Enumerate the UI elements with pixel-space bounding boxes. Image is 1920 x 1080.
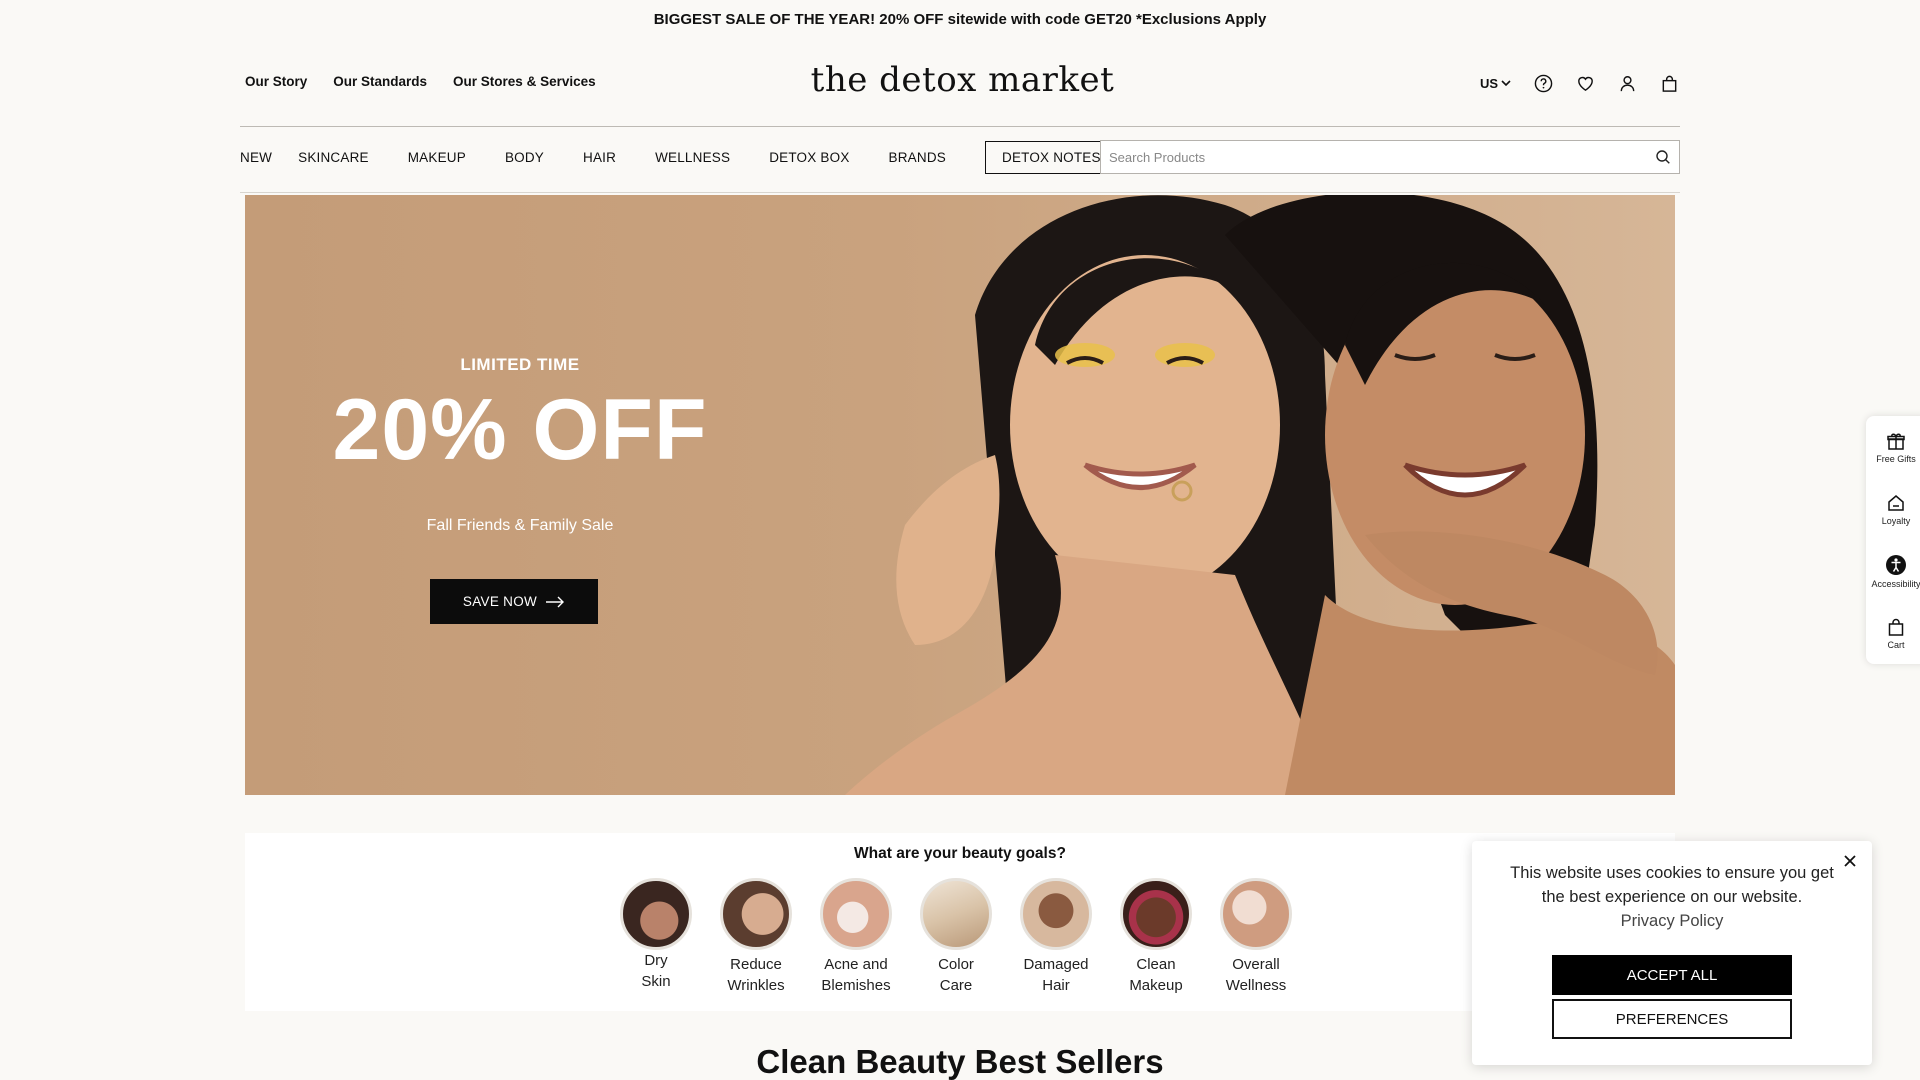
header-divider xyxy=(240,126,1680,127)
nav-item-wellness[interactable]: WELLNESS xyxy=(655,150,730,165)
goal-label: Reduce Wrinkles xyxy=(727,956,785,994)
announcement-text: BIGGEST SALE OF THE YEAR! 20% OFF sitewi… xyxy=(653,10,1267,28)
nav-item-skincare[interactable]: SKINCARE xyxy=(298,150,369,165)
goal-acne-blemishes[interactable]: Acne and Blemishes xyxy=(820,878,892,996)
accept-all-button[interactable]: ACCEPT ALL xyxy=(1552,955,1792,995)
nav-divider xyxy=(240,192,1680,193)
goal-image xyxy=(1220,878,1292,950)
goal-image xyxy=(720,878,792,950)
goal-label: Dry Skin xyxy=(641,952,671,990)
search-box xyxy=(1100,140,1680,174)
goal-label: Color Care xyxy=(938,956,974,994)
search-input[interactable] xyxy=(1109,149,1655,165)
goal-label: Clean Makeup xyxy=(1129,956,1183,994)
accessibility-icon xyxy=(1886,554,1906,575)
close-icon[interactable] xyxy=(1840,851,1860,871)
goal-image xyxy=(1120,878,1192,950)
goal-label: Overall Wellness xyxy=(1225,956,1287,994)
goal-reduce-wrinkles[interactable]: Reduce Wrinkles xyxy=(720,878,792,996)
nav-item-detox-notes[interactable]: DETOX NOTES xyxy=(985,140,1118,174)
loyalty-icon xyxy=(1888,494,1904,511)
announcement-bar: BIGGEST SALE OF THE YEAR! 20% OFF sitewi… xyxy=(0,0,1920,38)
search-icon[interactable] xyxy=(1655,149,1671,165)
goal-image xyxy=(620,878,692,950)
country-code: US xyxy=(1479,75,1498,91)
cookie-banner: This website uses cookies to ensure you … xyxy=(1472,841,1872,1065)
hero-text: LIMITED TIME 20% OFF Fall Friends & Fami… xyxy=(305,355,735,535)
hero-eyebrow: LIMITED TIME xyxy=(460,355,580,374)
gift-icon xyxy=(1887,433,1905,450)
header-icons: US xyxy=(1480,72,1680,94)
side-item-loyalty[interactable]: Loyalty xyxy=(1866,478,1920,540)
hero-headline: 20% OFF xyxy=(332,382,708,478)
goal-damaged-hair[interactable]: Damaged Hair xyxy=(1020,878,1092,996)
privacy-policy-link[interactable]: Privacy Policy xyxy=(1472,912,1872,931)
side-item-label: Cart xyxy=(1887,639,1905,650)
main-nav: NEW SKINCARE MAKEUP BODY HAIR WELLNESS D… xyxy=(240,140,1680,174)
hero-banner[interactable]: LIMITED TIME 20% OFF Fall Friends & Fami… xyxy=(245,195,1675,795)
arrow-right-icon xyxy=(546,596,565,607)
nav-item-body[interactable]: BODY xyxy=(505,150,544,165)
hero-models-image xyxy=(845,195,1675,795)
goal-image xyxy=(820,878,892,950)
site-logo[interactable]: the detox market xyxy=(245,60,1680,100)
side-item-label: Loyalty xyxy=(1881,515,1911,526)
nav-item-hair[interactable]: HAIR xyxy=(583,150,616,165)
wishlist-heart-icon[interactable] xyxy=(1574,72,1596,94)
hero-subtitle: Fall Friends & Family Sale xyxy=(426,517,614,534)
account-icon[interactable] xyxy=(1616,72,1638,94)
goal-clean-makeup[interactable]: Clean Makeup xyxy=(1120,878,1192,996)
beauty-goals-section: What are your beauty goals? Dry Skin Redu… xyxy=(245,833,1675,1011)
nav-item-makeup[interactable]: MAKEUP xyxy=(408,150,466,165)
site-header: Our Story Our Standards Our Stores & Ser… xyxy=(245,60,1680,110)
beauty-goals-title: What are your beauty goals? xyxy=(854,845,1066,862)
side-item-label: Free Gifts xyxy=(1876,453,1916,464)
side-widget: Free Gifts Loyalty Accessibility Cart xyxy=(1866,416,1920,664)
country-selector[interactable]: US xyxy=(1480,76,1512,91)
goal-label: Damaged Hair xyxy=(1023,956,1089,994)
side-item-label: Accessibility xyxy=(1871,578,1920,589)
goal-dry-skin[interactable]: Dry Skin xyxy=(620,878,692,996)
beauty-goals-list: Dry Skin Reduce Wrinkles Acne and Blemishes… xyxy=(620,878,1292,996)
save-now-button[interactable]: SAVE NOW xyxy=(430,579,598,624)
side-item-free-gifts[interactable]: Free Gifts xyxy=(1866,416,1920,478)
preferences-button[interactable]: PREFERENCES xyxy=(1552,999,1792,1039)
side-item-cart[interactable]: Cart xyxy=(1866,602,1920,664)
chevron-down-icon xyxy=(1501,80,1511,87)
goal-overall-wellness[interactable]: Overall Wellness xyxy=(1220,878,1292,996)
side-item-accessibility[interactable]: Accessibility xyxy=(1866,540,1920,602)
goal-color-care[interactable]: Color Care xyxy=(920,878,992,996)
goal-image xyxy=(1020,878,1092,950)
cart-icon xyxy=(1888,618,1904,636)
save-now-label: SAVE NOW xyxy=(462,594,538,609)
nav-item-brands[interactable]: BRANDS xyxy=(889,150,946,165)
goal-label: Acne and Blemishes xyxy=(821,956,891,994)
bag-icon[interactable] xyxy=(1658,72,1680,94)
cookie-message: This website uses cookies to ensure you … xyxy=(1510,864,1834,906)
goal-image xyxy=(920,878,992,950)
nav-item-detox-box[interactable]: DETOX BOX xyxy=(769,150,849,165)
nav-item-new[interactable]: NEW xyxy=(240,150,272,165)
category-nav: NEW SKINCARE MAKEUP BODY HAIR WELLNESS D… xyxy=(240,140,1118,174)
help-icon[interactable] xyxy=(1532,72,1554,94)
